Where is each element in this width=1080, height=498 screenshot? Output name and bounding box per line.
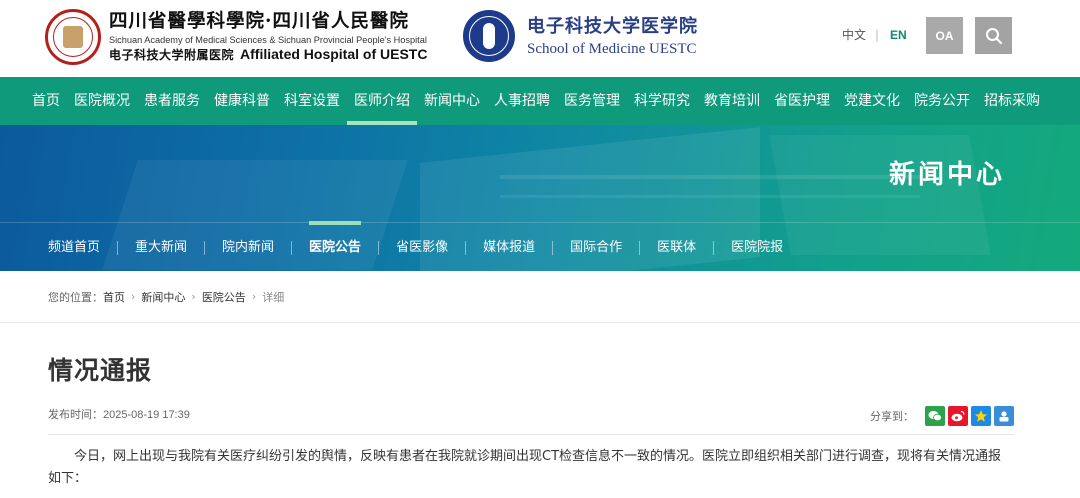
- share-label: 分享到：: [870, 410, 914, 423]
- nav-item-recruitment[interactable]: 人事招聘: [487, 77, 557, 125]
- nav-item-procurement[interactable]: 招标采购: [977, 77, 1047, 125]
- nav-item-overview[interactable]: 医院概况: [67, 77, 137, 125]
- breadcrumb-label: 您的位置：: [48, 290, 103, 304]
- subnav-item-announcements[interactable]: 医院公告: [309, 221, 362, 271]
- site-header: 四川省醫學科學院·四川省人民醫院 Sichuan Academy of Medi…: [0, 0, 1080, 77]
- nav-item-health-science[interactable]: 健康科普: [207, 77, 277, 125]
- published-label: 发布时间：: [48, 408, 103, 421]
- subnav-item-newspaper[interactable]: 医院院报: [731, 223, 783, 271]
- nav-item-news[interactable]: 新闻中心: [417, 77, 487, 125]
- search-icon: [985, 27, 1002, 44]
- subnav-item-major-news[interactable]: 重大新闻: [135, 223, 187, 271]
- subnav-divider: [378, 240, 380, 255]
- subnav-divider: [117, 240, 119, 255]
- share-bar: 分享到：: [870, 405, 1014, 427]
- subnav-divider: [465, 240, 467, 255]
- breadcrumb: 您的位置： 首页 › 新闻中心 › 医院公告 › 详细: [0, 271, 1080, 323]
- wechat-icon[interactable]: [925, 406, 945, 426]
- subnav-divider: [291, 240, 293, 255]
- article-body-paragraph: 今日，网上出现与我院有关医疗纠纷引发的舆情，反映有患者在我院就诊期间出现CT检查…: [48, 449, 1002, 486]
- subnav-item-international[interactable]: 国际合作: [570, 223, 622, 271]
- subnav-divider: [204, 240, 206, 255]
- published-time: 2025-08-19 17:39: [103, 409, 190, 421]
- weibo-icon[interactable]: [948, 406, 968, 426]
- search-button[interactable]: [975, 17, 1012, 54]
- nav-item-home[interactable]: 首页: [25, 77, 67, 125]
- subnav-item-images[interactable]: 省医影像: [396, 223, 448, 271]
- subnav-divider: [639, 240, 641, 255]
- breadcrumb-link-announcements[interactable]: 医院公告: [202, 289, 246, 305]
- nav-item-education[interactable]: 教育培训: [697, 77, 767, 125]
- nav-item-nursing[interactable]: 省医护理: [767, 77, 837, 125]
- lang-zh-link[interactable]: 中文: [842, 28, 866, 42]
- nav-item-doctors[interactable]: 医师介绍: [347, 77, 417, 125]
- school-logo[interactable]: 电子科技大学医学院 School of Medicine UESTC: [463, 8, 698, 63]
- nav-item-patient-services[interactable]: 患者服务: [137, 77, 207, 125]
- hospital-name-cn: 四川省醫學科學院·四川省人民醫院: [109, 11, 409, 32]
- main-nav: 首页 医院概况 患者服务 健康科普 科室设置 医师介绍 新闻中心 人事招聘 医务…: [0, 77, 1080, 125]
- content-divider: [48, 434, 1014, 435]
- nav-item-departments[interactable]: 科室设置: [277, 77, 347, 125]
- subnav-divider: [552, 240, 554, 255]
- qzone-icon[interactable]: [971, 406, 991, 426]
- subnav-item-channel-home[interactable]: 频道首页: [48, 223, 100, 271]
- article-meta: 发布时间：2025-08-19 17:39: [48, 408, 190, 422]
- chevron-right-icon: ›: [131, 290, 136, 303]
- breadcrumb-link-news[interactable]: 新闻中心: [141, 289, 185, 305]
- school-seal-icon: [463, 9, 515, 62]
- subnav-divider: [713, 240, 715, 255]
- page-banner: 新闻中心 频道首页 重大新闻 院内新闻 医院公告 省医影像 媒体报道 国际合作 …: [0, 125, 1080, 271]
- hospital-name-en: Sichuan Academy of Medical Sciences & Si…: [109, 35, 427, 45]
- nav-item-medical-affairs[interactable]: 医务管理: [557, 77, 627, 125]
- lang-separator: |: [875, 28, 880, 42]
- nav-item-party-culture[interactable]: 党建文化: [837, 77, 907, 125]
- tencent-weibo-icon[interactable]: [994, 406, 1014, 426]
- article-title: 情况通报: [48, 356, 153, 385]
- lang-en-link[interactable]: EN: [890, 28, 907, 42]
- banner-title: 新闻中心: [888, 160, 1005, 190]
- sub-nav: 频道首页 重大新闻 院内新闻 医院公告 省医影像 媒体报道 国际合作 医联体 医…: [0, 221, 1080, 271]
- subnav-item-alliance[interactable]: 医联体: [657, 223, 696, 271]
- subnav-item-media[interactable]: 媒体报道: [483, 223, 535, 271]
- chevron-right-icon: ›: [251, 290, 257, 303]
- breadcrumb-link-home[interactable]: 首页: [103, 289, 125, 305]
- affiliation-cn: 电子科技大学附属医院: [109, 48, 235, 62]
- school-name-en: School of Medicine UESTC: [527, 40, 697, 57]
- nav-item-disclosure[interactable]: 院务公开: [907, 77, 977, 125]
- affiliation-en: Affiliated Hospital of UESTC: [240, 46, 428, 62]
- hospital-seal-icon: [45, 9, 101, 65]
- school-name-cn: 电子科技大学医学院: [527, 15, 698, 37]
- subnav-item-internal-news[interactable]: 院内新闻: [222, 223, 274, 271]
- breadcrumb-current: 详细: [262, 290, 285, 304]
- oa-button[interactable]: OA: [926, 17, 963, 54]
- nav-item-research[interactable]: 科学研究: [627, 77, 697, 125]
- chevron-right-icon: ›: [191, 290, 196, 303]
- hospital-logo[interactable]: 四川省醫學科學院·四川省人民醫院 Sichuan Academy of Medi…: [45, 7, 427, 67]
